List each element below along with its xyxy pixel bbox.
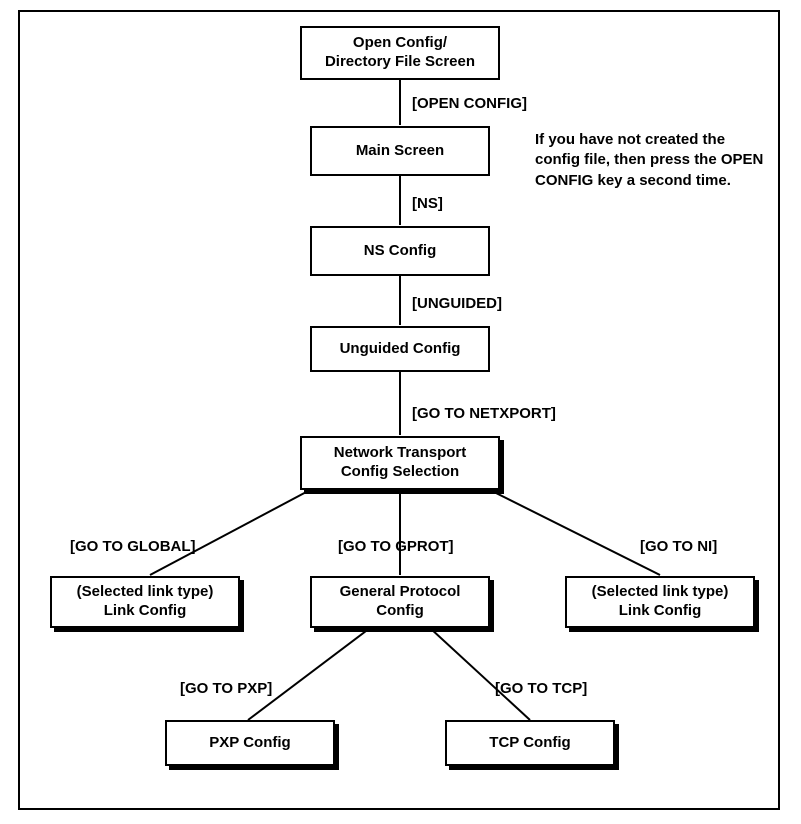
node-text: Unguided Config — [340, 340, 461, 359]
node-link-config-right: (Selected link type) Link Config — [565, 576, 755, 628]
node-text: Open Config/ — [353, 34, 447, 51]
edge-label-tcp: [GO TO TCP] — [495, 680, 587, 697]
edge-label-unguided: [UNGUIDED] — [412, 295, 502, 312]
node-general-protocol: General Protocol Config — [310, 576, 490, 628]
node-text: Link Config — [619, 602, 702, 619]
node-text: TCP Config — [489, 734, 570, 753]
edge-label-ni: [GO TO NI] — [640, 538, 717, 555]
node-text: General Protocol — [340, 583, 461, 600]
node-tcp-config: TCP Config — [445, 720, 615, 766]
node-text: (Selected link type) — [592, 583, 729, 600]
edge-label-netxport: [GO TO NETXPORT] — [412, 405, 556, 422]
edge-label-global: [GO TO GLOBAL] — [70, 538, 196, 555]
edge-label-open-config: [OPEN CONFIG] — [412, 95, 527, 112]
node-unguided-config: Unguided Config — [310, 326, 490, 372]
node-text: Config Selection — [341, 463, 459, 480]
node-text: Link Config — [104, 602, 187, 619]
node-text: Directory File Screen — [325, 53, 475, 70]
node-link-config-left: (Selected link type) Link Config — [50, 576, 240, 628]
node-text: Config — [376, 602, 423, 619]
node-text: (Selected link type) — [77, 583, 214, 600]
node-main-screen: Main Screen — [310, 126, 490, 176]
node-text: PXP Config — [209, 734, 290, 753]
node-pxp-config: PXP Config — [165, 720, 335, 766]
node-text: Network Transport — [334, 444, 467, 461]
node-ns-config: NS Config — [310, 226, 490, 276]
node-text: Main Screen — [356, 142, 444, 161]
edge-label-ns: [NS] — [412, 195, 443, 212]
diagram-page: Open Config/ Directory File Screen Main … — [0, 0, 801, 824]
node-open-config: Open Config/ Directory File Screen — [300, 26, 500, 80]
node-text: NS Config — [364, 242, 437, 261]
annotation-note: If you have not created the config file,… — [535, 130, 765, 191]
edge-label-pxp: [GO TO PXP] — [180, 680, 272, 697]
edge-label-gprot: [GO TO GPROT] — [338, 538, 454, 555]
node-network-transport: Network Transport Config Selection — [300, 436, 500, 490]
